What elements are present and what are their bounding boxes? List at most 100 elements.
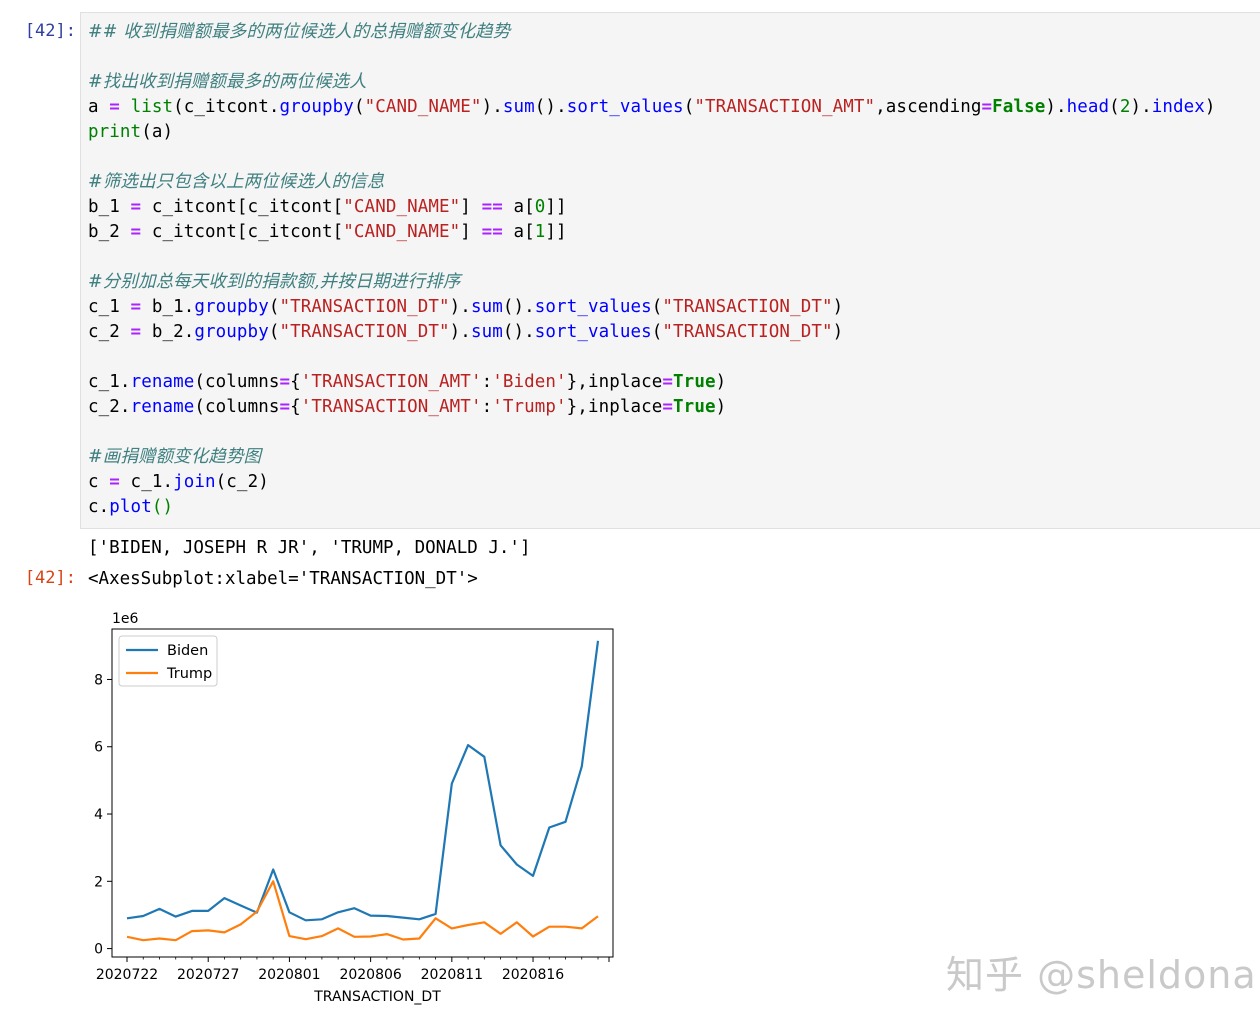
code-token: ): [715, 397, 727, 417]
code-token: =: [109, 472, 120, 492]
code-token: "CAND_NAME": [343, 222, 461, 242]
y-tick-label: 0: [94, 942, 103, 958]
code-token: (columns: [194, 372, 280, 392]
code-token: (: [1109, 97, 1120, 117]
code-token: sort_values: [566, 97, 684, 117]
code-token: ==: [481, 222, 503, 242]
y-tick-label: 6: [94, 740, 103, 756]
code-token: (: [651, 297, 663, 317]
code-token: (: [268, 297, 280, 317]
x-tick-label: 2020811: [421, 967, 483, 983]
code-token: 1: [534, 222, 546, 242]
code-token: 0: [534, 197, 546, 217]
code-token: (): [534, 97, 557, 117]
comment: #分别加总每天收到的捐款额,并按日期进行排序: [88, 272, 461, 292]
x-tick-label: 2020727: [177, 967, 239, 983]
code-token: sum: [470, 297, 503, 317]
code-token: ): [715, 372, 727, 392]
code-token: c_1: [119, 472, 163, 492]
code-line-11: c_1.rename(columns={'TRANSACTION_AMT':'B…: [88, 370, 726, 395]
code-token: sum: [502, 97, 535, 117]
comment: #画捐赠额变化趋势图: [88, 447, 262, 467]
code-token: sort_values: [534, 297, 652, 317]
code-token: :: [481, 372, 493, 392]
code-line-3: a = list(c_itcont.groupby("CAND_NAME").s…: [88, 95, 1216, 120]
result-output: <AxesSubplot:xlabel='TRANSACTION_DT'>: [88, 569, 478, 589]
input-prompt: [42]:: [24, 21, 76, 41]
x-tick-label: 2020722: [96, 967, 158, 983]
code-token: .: [460, 322, 471, 342]
code-token: ==: [481, 197, 503, 217]
code-token: "TRANSACTION_DT": [662, 297, 833, 317]
code-line-12: c_2.rename(columns={'TRANSACTION_AMT':'T…: [88, 395, 726, 420]
code-token: b_2: [141, 322, 184, 342]
comment: #筛选出只包含以上两位候选人的信息: [88, 172, 385, 192]
code-token: (): [502, 322, 525, 342]
code-token: =: [130, 197, 142, 217]
code-token: .: [492, 97, 503, 117]
code-token: list: [130, 97, 174, 117]
code-token: ): [449, 297, 461, 317]
code-token: a[: [502, 222, 535, 242]
code-token: .: [183, 297, 195, 317]
code-token: groupby: [279, 97, 354, 117]
code-token: 'Biden': [492, 372, 567, 392]
y-tick-label: 2: [94, 874, 103, 890]
x-tick-label: 2020816: [502, 967, 564, 983]
code-token: .: [460, 297, 471, 317]
x-axis-label: TRANSACTION_DT: [313, 989, 441, 1005]
code-token: =: [130, 222, 142, 242]
code-token: (: [683, 97, 695, 117]
code-token: (c_2): [215, 472, 269, 492]
code-token: c_2: [88, 322, 131, 342]
code-token: c_2: [88, 397, 120, 417]
watermark: 知乎 @sheldona: [946, 953, 1257, 997]
legend-label-biden: Biden: [167, 643, 208, 659]
code-token: (): [502, 297, 525, 317]
code-token: c_itcont[c_itcont[: [141, 197, 344, 217]
code-token: =: [130, 297, 142, 317]
code-token: True: [673, 397, 716, 417]
code-token: "CAND_NAME": [343, 197, 461, 217]
code-token: .: [268, 97, 280, 117]
code-token: index: [1151, 97, 1205, 117]
code-token: =: [130, 322, 142, 342]
code-token: head: [1066, 97, 1110, 117]
line-chart: 0 2 4 6 8 1e6 2020722 2020727 2020801 2020806 2020…: [94, 611, 614, 1005]
code-token: print: [88, 122, 142, 142]
code-token: 2: [1119, 97, 1131, 117]
x-tick-label: 2020801: [258, 967, 320, 983]
code-token: ): [449, 322, 461, 342]
code-token: rename: [130, 372, 195, 392]
code-token: ): [1045, 97, 1056, 117]
code-line-13: #画捐赠额变化趋势图: [88, 445, 261, 470]
code-token: .: [524, 297, 535, 317]
code-token: ): [832, 322, 844, 342]
code-token: groupby: [194, 322, 269, 342]
code-token: b_1: [141, 297, 184, 317]
code-token: .: [162, 472, 174, 492]
code-token: .: [1141, 97, 1152, 117]
output-prompt: [42]:: [24, 568, 76, 588]
code-token: },inplace: [566, 372, 663, 392]
code-token: join: [173, 472, 216, 492]
code-token: {: [290, 397, 301, 417]
code-token: "TRANSACTION_DT": [279, 322, 450, 342]
code-token: (: [353, 97, 365, 117]
legend-label-trump: Trump: [166, 666, 212, 682]
code-token: (a): [141, 122, 174, 142]
code-line-8: #分别加总每天收到的捐款额,并按日期进行排序: [88, 270, 460, 295]
code-token: sort_values: [534, 322, 652, 342]
code-token: ): [832, 297, 844, 317]
code-token: ]: [460, 197, 482, 217]
code-token: (: [651, 322, 663, 342]
code-token: .: [556, 97, 567, 117]
code-line-15: c.plot(): [88, 495, 173, 520]
code-token: (): [151, 497, 174, 517]
code-token: 'TRANSACTION_AMT': [300, 397, 482, 417]
code-token: (columns: [194, 397, 280, 417]
code-token: .: [524, 322, 535, 342]
comment: #找出收到捐赠额最多的两位候选人: [88, 72, 367, 92]
code-line-10: c_2 = b_2.groupby("TRANSACTION_DT").sum(…: [88, 320, 843, 345]
